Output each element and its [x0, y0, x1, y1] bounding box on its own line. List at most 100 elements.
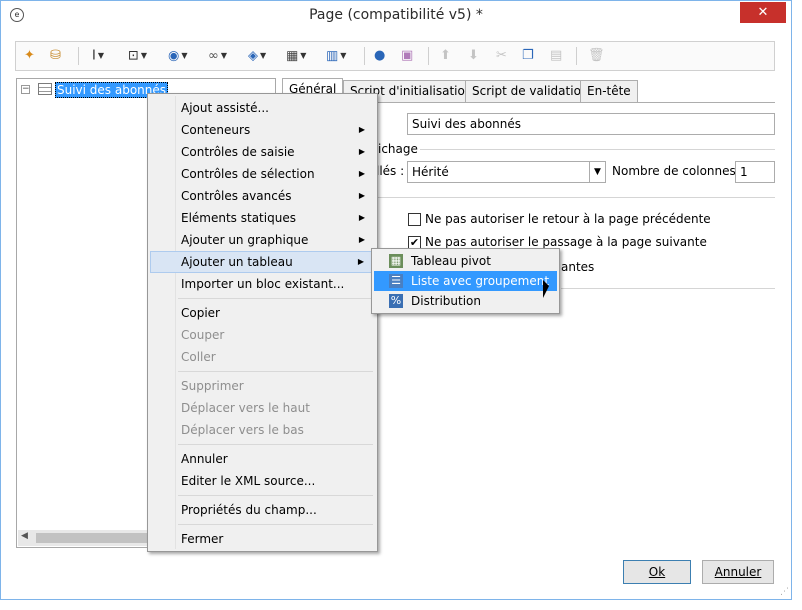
menu-item-selection-controls[interactable]: Contrôles de sélection ▶	[150, 163, 375, 185]
close-icon: ✕	[757, 5, 769, 20]
paste-icon[interactable]: ▤	[550, 45, 562, 67]
table-icon	[38, 83, 52, 95]
menu-separator	[178, 298, 373, 299]
menu-separator	[178, 524, 373, 525]
mouse-cursor-icon	[543, 280, 555, 298]
resize-grip-icon[interactable]: ⋰	[780, 587, 789, 597]
toolbar-separator	[78, 47, 79, 65]
submenu-arrow-icon: ▶	[357, 257, 364, 266]
menu-item-label: Eléments statiques	[181, 211, 296, 225]
menu-item-label: Contrôles de sélection	[181, 167, 315, 181]
window-title: Page (compatibilité v5) *	[309, 7, 483, 23]
submenu-item-grouped-list[interactable]: ☰ Liste avec groupement	[374, 271, 557, 291]
menu-item-edit-xml[interactable]: Editer le XML source...	[150, 470, 375, 492]
checkbox-next-label: Ne pas autoriser le passage à la page su…	[425, 235, 707, 249]
ok-button-label: Ok	[648, 565, 666, 579]
menu-item-cut: Couper	[181, 328, 225, 342]
menu-item-label: Ajouter un graphique	[181, 233, 309, 247]
menu-item-undo[interactable]: Annuler	[150, 448, 375, 470]
scroll-left-icon[interactable]: ◀	[21, 531, 28, 541]
tab-header[interactable]: En-tête	[580, 80, 638, 103]
menu-item-import-block[interactable]: Importer un bloc existant...	[150, 273, 375, 295]
menu-item-assisted-add[interactable]: Ajout assisté...	[150, 97, 375, 119]
magic-wand-icon[interactable]: ✦	[24, 45, 35, 67]
checkbox-prev-page[interactable]	[408, 213, 421, 226]
toolbar: ✦ ⛁ Ι ▼ ⊡ ▼ ◉ ▼ ∞ ▼ ◈ ▼ ▦ ▼ ▥ ▼ ● ▣ ⬆ ⬇ ✂ ❐ ▤ 🗑	[15, 41, 775, 71]
columns-field[interactable]: 1	[735, 161, 775, 183]
delete-icon[interactable]: 🗑	[588, 45, 605, 67]
menu-item-label: Ajouter un tableau	[181, 255, 293, 269]
toolbar-separator	[364, 47, 365, 65]
distribution-icon: %	[389, 294, 403, 308]
columns-label: Nombre de colonnes :	[612, 164, 744, 178]
add-group-icon[interactable]: ▣	[401, 45, 413, 67]
menu-separator	[178, 495, 373, 496]
menu-item-add-chart[interactable]: Ajouter un graphique ▶	[150, 229, 375, 251]
columns-icon[interactable]: ▥ ▼	[326, 45, 346, 67]
menu-item-field-properties[interactable]: Propriétés du champ...	[150, 499, 375, 521]
submenu-arrow-icon: ▶	[358, 169, 365, 178]
globe-icon[interactable]: ◉ ▼	[168, 45, 188, 67]
section-divider	[561, 288, 775, 289]
text-cursor-icon[interactable]: Ι ▼	[92, 45, 104, 67]
grouped-list-icon: ☰	[389, 274, 403, 288]
menu-item-label: Contrôles avancés	[181, 189, 292, 203]
insert-icon[interactable]: ⊡ ▼	[128, 45, 147, 67]
menu-item-move-down: Déplacer vers le bas	[181, 423, 304, 437]
submenu-arrow-icon: ▶	[358, 235, 365, 244]
styles-select[interactable]: Hérité ▼	[407, 161, 606, 183]
submenu-arrow-icon: ▶	[358, 125, 365, 134]
submenu-item-label: Tableau pivot	[411, 254, 491, 268]
context-menu: Ajout assisté... Conteneurs ▶ Contrôles d…	[147, 93, 378, 552]
close-button[interactable]: ✕	[740, 2, 786, 23]
cut-icon[interactable]: ✂	[496, 45, 507, 67]
submenu-item-label: Liste avec groupement	[411, 274, 550, 288]
move-up-icon[interactable]: ⬆	[440, 45, 451, 67]
display-group-label: ichage	[376, 142, 420, 156]
move-down-icon[interactable]: ⬇	[468, 45, 479, 67]
styles-label: llés :	[376, 164, 405, 178]
menu-item-add-table[interactable]: Ajouter un tableau ▶	[150, 251, 375, 273]
link-icon[interactable]: ∞ ▼	[208, 45, 227, 67]
submenu-arrow-icon: ▶	[358, 147, 365, 156]
person-icon[interactable]: ●	[374, 45, 385, 67]
copy-icon[interactable]: ❐	[522, 45, 534, 67]
group-line	[382, 149, 775, 150]
layers-icon[interactable]: ◈ ▼	[248, 45, 266, 67]
submenu-item-distribution[interactable]: % Distribution	[374, 291, 557, 311]
menu-item-static-elements[interactable]: Eléments statiques ▶	[150, 207, 375, 229]
pivot-table-icon: ▦	[389, 254, 403, 268]
title-bar: e Page (compatibilité v5) * ✕	[1, 1, 791, 32]
submenu-item-pivot-table[interactable]: ▦ Tableau pivot	[374, 251, 557, 271]
page-title-field[interactable]: Suivi des abonnés	[407, 113, 775, 135]
section-divider	[376, 197, 775, 198]
menu-item-label: Conteneurs	[181, 123, 251, 137]
submenu-item-label: Distribution	[411, 294, 482, 308]
partial-option-label: antes	[561, 260, 595, 274]
database-icon[interactable]: ⛁	[50, 45, 61, 67]
menu-item-delete: Supprimer	[181, 379, 244, 393]
checkbox-prev-label: Ne pas autoriser le retour à la page pré…	[425, 212, 711, 226]
grid-icon[interactable]: ▦ ▼	[286, 45, 306, 67]
add-table-submenu: ▦ Tableau pivot ☰ Liste avec groupement …	[371, 248, 560, 314]
ok-button[interactable]: Ok	[623, 560, 691, 584]
menu-item-advanced-controls[interactable]: Contrôles avancés ▶	[150, 185, 375, 207]
menu-item-input-controls[interactable]: Contrôles de saisie ▶	[150, 141, 375, 163]
styles-select-value: Hérité	[412, 165, 449, 179]
toolbar-separator	[576, 47, 577, 65]
submenu-arrow-icon: ▶	[358, 213, 365, 222]
chevron-down-icon[interactable]: ▼	[589, 162, 605, 182]
menu-separator	[178, 371, 373, 372]
menu-item-copy[interactable]: Copier	[150, 302, 375, 324]
menu-item-move-up: Déplacer vers le haut	[181, 401, 310, 415]
menu-item-close[interactable]: Fermer	[150, 528, 375, 550]
menu-separator	[178, 444, 373, 445]
collapse-icon[interactable]: −	[21, 85, 30, 94]
menu-item-label: Contrôles de saisie	[181, 145, 295, 159]
menu-item-containers[interactable]: Conteneurs ▶	[150, 119, 375, 141]
menu-item-paste: Coller	[181, 350, 216, 364]
toolbar-separator	[428, 47, 429, 65]
cancel-button[interactable]: Annuler	[702, 560, 774, 584]
submenu-arrow-icon: ▶	[358, 191, 365, 200]
tab-validation-script[interactable]: Script de validation	[465, 80, 596, 103]
